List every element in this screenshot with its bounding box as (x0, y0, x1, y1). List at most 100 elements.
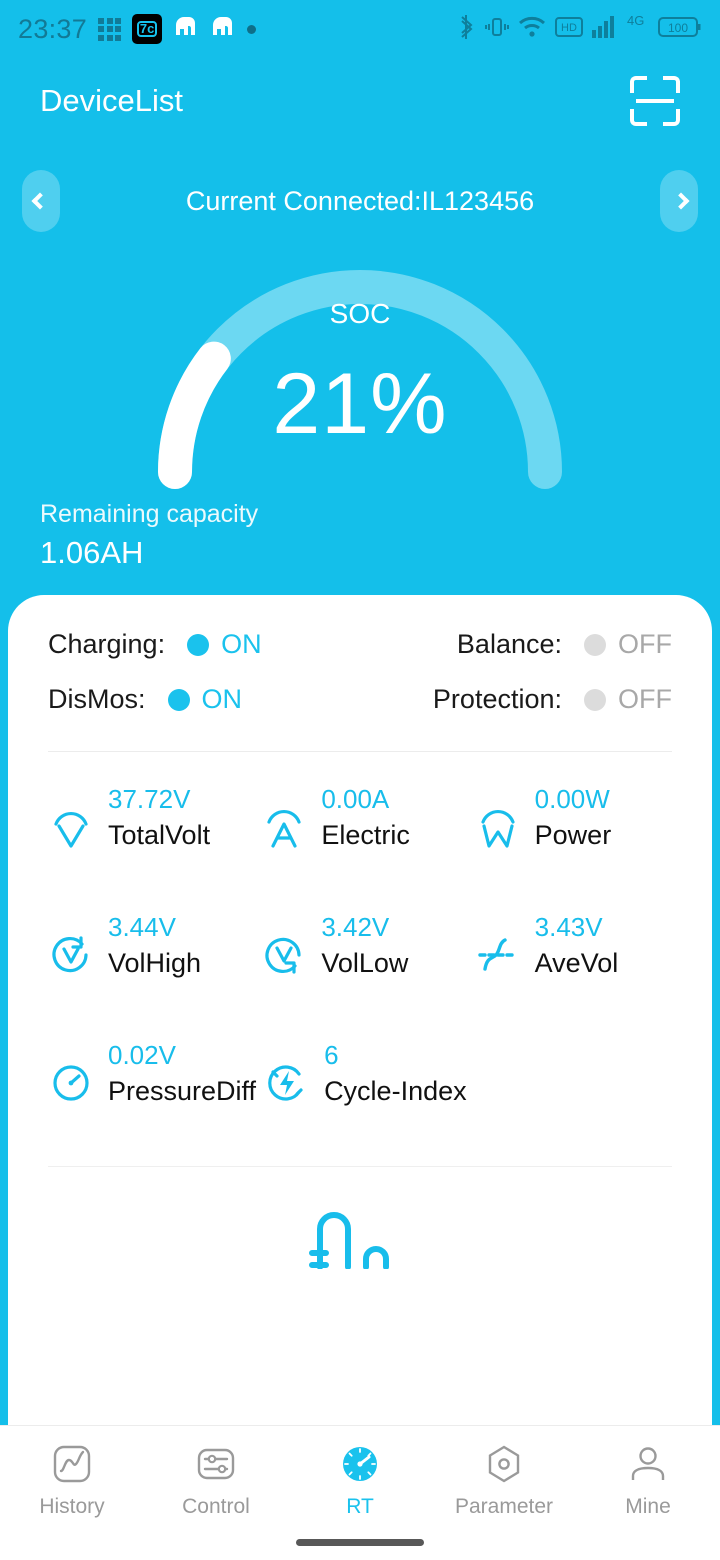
nav-item-parameter[interactable]: Parameter (432, 1442, 576, 1519)
metric-label: Electric (321, 820, 410, 850)
status-label: Charging: (48, 629, 166, 659)
status-value: ON (221, 629, 262, 659)
status-label: Protection: (432, 684, 562, 714)
chevron-right-icon[interactable] (660, 170, 698, 232)
app-header: DeviceList (0, 58, 720, 144)
status-indicator-dot (584, 633, 606, 656)
volt-high-icon (48, 932, 94, 978)
metric-row: 3.44V VolHigh 3.42V VolLow 3.43V AveVol (40, 910, 680, 1018)
status-item-balance: Balance: OFF (360, 629, 672, 660)
volt-arc-icon (48, 804, 94, 850)
volt-low-icon (261, 932, 307, 978)
gauge-dial-icon (48, 1060, 94, 1106)
status-bar-left: 23:37 7c (18, 13, 257, 45)
ampere-arc-icon (261, 804, 307, 850)
control-sliders-icon (194, 1442, 238, 1486)
nav-item-control[interactable]: Control (144, 1442, 288, 1519)
metric-row: 0.02V PressureDiff 6 Cycle-Index (40, 1038, 680, 1146)
dot-icon (247, 24, 257, 34)
metric-text: 37.72V TotalVolt (108, 782, 210, 854)
metrics-grid: 37.72V TotalVolt 0.00A Electric 0.00W Po… (40, 752, 680, 1146)
metric-label: PressureDiff (108, 1076, 257, 1106)
bottom-navigation: History Control RT Parameter Mine (0, 1425, 720, 1560)
profile-person-icon (626, 1442, 670, 1486)
metric-text: 3.42V VolLow (321, 910, 408, 982)
current-device-label: Current Connected:IL123456 (185, 185, 535, 216)
svg-text:HD: HD (561, 22, 577, 34)
section-divider-bottom (48, 1166, 672, 1167)
elephant-icon (210, 15, 236, 44)
gauge-label: SOC (329, 298, 391, 329)
network-4g-icon: 4G (627, 13, 649, 33)
nav-item-rt[interactable]: RT (288, 1442, 432, 1519)
status-grid: Charging: ON Balance: OFF DisMos: ON Pro… (40, 629, 680, 715)
metric-value: 6 (324, 1040, 339, 1070)
metric-value: 0.00W (534, 784, 610, 814)
metric-text: 0.00A Electric (321, 782, 410, 854)
gesture-bar[interactable] (296, 1539, 424, 1546)
metric-avevol: 3.43V AveVol (467, 910, 680, 1018)
metric-label: TotalVolt (108, 820, 211, 850)
app-screen: 23:37 7c HD 4G 100 DeviceList Current Co… (0, 0, 720, 1560)
metric-label: Power (534, 820, 612, 850)
details-card: Charging: ON Balance: OFF DisMos: ON Pro… (8, 595, 712, 1425)
hd-icon: HD (555, 16, 583, 42)
battery-cells-icon (300, 1209, 420, 1269)
remaining-capacity-value: 1.06AH (40, 535, 144, 570)
status-item-dismos: DisMos: ON (48, 684, 360, 715)
metric-row: 37.72V TotalVolt 0.00A Electric 0.00W Po… (40, 782, 680, 890)
metric-label: VolHigh (108, 948, 202, 978)
nav-label: History (39, 1495, 105, 1518)
status-value: OFF (618, 629, 672, 659)
soc-gauge: SOC 21% (135, 240, 585, 490)
signal-bars-icon (592, 15, 618, 43)
metric-text: 3.44V VolHigh (108, 910, 201, 982)
metric-value: 0.00A (321, 784, 390, 814)
metric-label: AveVol (534, 948, 619, 978)
metric-pressurediff: 0.02V PressureDiff (40, 1038, 256, 1146)
status-label: Balance: (456, 629, 562, 659)
status-indicator-dot (167, 688, 190, 711)
status-value: OFF (618, 684, 672, 714)
metric-label: VolLow (321, 948, 409, 978)
metric-cycle-index: 6 Cycle-Index (256, 1038, 468, 1146)
nav-item-mine[interactable]: Mine (576, 1442, 720, 1519)
metric-vollow: 3.42V VolLow (253, 910, 466, 1018)
svg-text:4G: 4G (627, 14, 644, 28)
temperature-badge-label: 7c (136, 21, 158, 37)
chevron-left-icon[interactable] (22, 170, 60, 232)
metric-value: 37.72V (108, 784, 191, 814)
bluetooth-icon (456, 14, 476, 45)
status-bar-right: HD 4G 100 (456, 13, 702, 45)
metric-text: 3.43V AveVol (535, 910, 619, 982)
status-bar: 23:37 7c HD 4G 100 (0, 0, 720, 58)
metric-power: 0.00W Power (467, 782, 680, 890)
scan-icon[interactable] (630, 76, 680, 126)
status-indicator-dot (584, 688, 606, 711)
battery-icon: 100 (658, 16, 702, 43)
metric-volhigh: 3.44V VolHigh (40, 910, 253, 1018)
status-time: 23:37 (18, 13, 88, 44)
average-volt-icon (475, 932, 521, 978)
nav-label: Parameter (454, 1495, 554, 1518)
vibrate-icon (485, 15, 509, 44)
cycle-bolt-icon (264, 1060, 310, 1106)
history-chart-icon (50, 1442, 94, 1486)
remaining-capacity-label: Remaining capacity (40, 500, 259, 528)
metric-electric: 0.00A Electric (253, 782, 466, 890)
metric-text: 6 Cycle-Index (324, 1038, 467, 1110)
metric-text: 0.02V PressureDiff (108, 1038, 256, 1110)
status-item-protection: Protection: OFF (360, 684, 672, 715)
metric-value: 3.43V (534, 912, 603, 942)
remaining-capacity: Remaining capacity 1.06AH (40, 500, 258, 571)
watt-arc-icon (475, 804, 521, 850)
status-item-charging: Charging: ON (48, 629, 360, 660)
nav-item-history[interactable]: History (0, 1442, 144, 1519)
parameter-hex-icon (482, 1442, 526, 1486)
nav-label: RT (346, 1495, 374, 1518)
status-value: ON (201, 684, 243, 714)
status-label: DisMos: (48, 684, 146, 714)
page-title: DeviceList (40, 83, 183, 118)
wifi-icon (518, 16, 546, 43)
gauge-value: 21% (272, 356, 448, 452)
